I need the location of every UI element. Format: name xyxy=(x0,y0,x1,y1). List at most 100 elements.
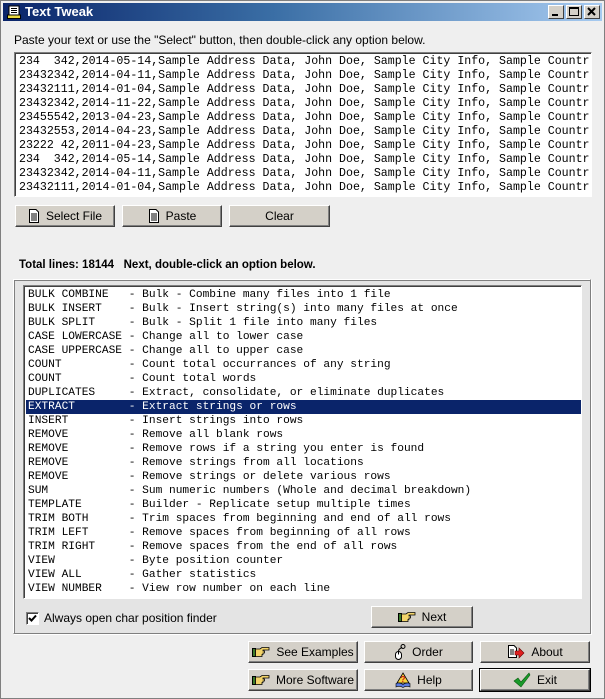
more-software-button[interactable]: More Software xyxy=(248,669,358,691)
option-separator: - xyxy=(128,499,143,511)
option-list-item[interactable]: TEMPLATE - Builder - Replicate setup mult… xyxy=(26,498,581,512)
option-name: BULK COMBINE xyxy=(28,289,109,301)
option-separator: - xyxy=(128,345,143,357)
option-description: Trim spaces from beginning and end of al… xyxy=(142,513,451,525)
status-line: Total lines: 18144 Next, double-click an… xyxy=(19,259,316,271)
option-name: VIEW NUMBER xyxy=(28,583,102,595)
clear-button[interactable]: Clear xyxy=(229,205,330,227)
help-label: Help xyxy=(417,673,442,687)
option-name: VIEW ALL xyxy=(28,569,82,581)
option-separator: - xyxy=(128,485,143,497)
option-list-item[interactable]: VIEW - Byte position counter xyxy=(26,554,581,568)
more-software-label: More Software xyxy=(275,673,355,687)
option-description: Builder - Replicate setup multiple times xyxy=(142,499,411,511)
option-description: Remove spaces from the end of all rows xyxy=(142,541,398,553)
select-file-button[interactable]: Select File xyxy=(15,205,115,227)
option-name: TEMPLATE xyxy=(28,499,82,511)
option-list-item[interactable]: COUNT - Count total words xyxy=(26,372,581,386)
option-name: VIEW xyxy=(28,555,55,567)
option-list-item[interactable]: EXTRACT - Extract strings or rows xyxy=(26,400,581,414)
option-name: EXTRACT xyxy=(28,401,75,413)
help-button[interactable]: ? Help xyxy=(364,669,473,691)
option-list-item[interactable]: COUNT - Count total occurrances of any st… xyxy=(26,358,581,372)
option-separator: - xyxy=(128,387,143,399)
option-separator: - xyxy=(128,443,143,455)
minimize-icon xyxy=(552,14,558,16)
option-list-item[interactable]: INSERT - Insert strings into rows xyxy=(26,414,581,428)
option-list-item[interactable]: REMOVE - Remove strings or delete various… xyxy=(26,470,581,484)
text-line: 23222 42,2011-04-23,Sample Address Data,… xyxy=(19,139,590,152)
option-name: TRIM BOTH xyxy=(28,513,89,525)
next-button[interactable]: Next xyxy=(371,606,473,628)
document-icon xyxy=(28,209,39,223)
option-separator: - xyxy=(128,555,143,567)
option-name: REMOVE xyxy=(28,429,69,441)
window-title: Text Tweak xyxy=(25,4,94,19)
minimize-button[interactable] xyxy=(548,5,564,19)
option-name: TRIM RIGHT xyxy=(28,541,96,553)
option-description: Bulk - Split 1 file into many files xyxy=(142,317,378,329)
text-line: 23432342,2014-04-11,Sample Address Data,… xyxy=(19,69,590,82)
option-list-item[interactable]: BULK INSERT - Bulk - Insert string(s) int… xyxy=(26,302,581,316)
see-examples-button[interactable]: See Examples xyxy=(248,641,358,663)
pointing-hand-icon xyxy=(252,647,270,657)
option-separator: - xyxy=(128,457,143,469)
option-description: Insert strings into rows xyxy=(142,415,304,427)
close-button[interactable] xyxy=(584,5,600,19)
checkmark-icon xyxy=(28,614,37,622)
option-list-item[interactable]: REMOVE - Remove strings from all location… xyxy=(26,456,581,470)
exit-button[interactable]: Exit xyxy=(479,668,591,692)
order-button[interactable]: Order xyxy=(364,641,473,663)
option-list-item[interactable]: VIEW ALL - Gather statistics xyxy=(26,568,581,582)
text-line: 23455542,2013-04-23,Sample Address Data,… xyxy=(19,111,590,124)
option-separator: - xyxy=(128,359,143,371)
option-list-item[interactable]: TRIM RIGHT - Remove spaces from the end o… xyxy=(26,540,581,554)
option-list-item[interactable]: BULK COMBINE - Bulk - Combine many files … xyxy=(26,288,581,302)
option-list-item[interactable]: VIEW NUMBER - View row number on each lin… xyxy=(26,582,581,596)
option-list-item[interactable]: CASE UPPERCASE - Change all to upper case xyxy=(26,344,581,358)
svg-text:?: ? xyxy=(401,675,406,684)
text-line: 23432342,2014-04-11,Sample Address Data,… xyxy=(19,167,590,180)
char-position-finder-option[interactable]: Always open char position finder xyxy=(26,611,217,625)
option-description: Extract strings or rows xyxy=(142,401,297,413)
option-separator: - xyxy=(128,541,143,553)
text-line: 23432553,2014-04-23,Sample Address Data,… xyxy=(19,125,590,138)
option-description: Remove spaces from beginning of all rows xyxy=(142,527,411,539)
pointing-hand-icon xyxy=(397,612,416,622)
option-separator: - xyxy=(128,569,143,581)
option-description: Sum numeric numbers (Whole and decimal b… xyxy=(142,485,472,497)
text-line: 234 342,2014-05-14,Sample Address Data, … xyxy=(19,153,590,166)
option-name: COUNT xyxy=(28,359,62,371)
clear-label: Clear xyxy=(265,209,294,223)
maximize-button[interactable] xyxy=(566,5,582,19)
option-list-item[interactable]: TRIM BOTH - Trim spaces from beginning an… xyxy=(26,512,581,526)
option-name: CASE UPPERCASE xyxy=(28,345,122,357)
option-list-item[interactable]: SUM - Sum numeric numbers (Whole and deci… xyxy=(26,484,581,498)
option-list-item[interactable]: DUPLICATES - Extract, consolidate, or eli… xyxy=(26,386,581,400)
maximize-icon xyxy=(569,7,579,16)
options-listbox[interactable]: BULK COMBINE - Bulk - Combine many files … xyxy=(23,285,582,599)
option-list-item[interactable]: TRIM LEFT - Remove spaces from beginning … xyxy=(26,526,581,540)
input-text-area[interactable]: 234 342,2014-05-14,Sample Address Data, … xyxy=(14,52,592,197)
char-position-finder-checkbox[interactable] xyxy=(26,611,39,625)
option-separator: - xyxy=(128,401,143,413)
option-name: TRIM LEFT xyxy=(28,527,89,539)
option-description: Remove strings or delete various rows xyxy=(142,471,391,483)
option-separator: - xyxy=(128,583,143,595)
paste-button[interactable]: Paste xyxy=(122,205,222,227)
option-description: Change all to lower case xyxy=(142,331,304,343)
option-name: COUNT xyxy=(28,373,62,385)
option-list-item[interactable]: CASE LOWERCASE - Change all to lower case xyxy=(26,330,581,344)
instructions-label: Paste your text or use the "Select" butt… xyxy=(14,33,426,47)
option-list-item[interactable]: BULK SPLIT - Bulk - Split 1 file into man… xyxy=(26,316,581,330)
option-description: Remove strings from all locations xyxy=(142,457,364,469)
option-name: REMOVE xyxy=(28,457,69,469)
text-line: 23432111,2014-01-04,Sample Address Data,… xyxy=(19,181,590,194)
option-list-item[interactable]: REMOVE - Remove all blank rows xyxy=(26,428,581,442)
option-name: INSERT xyxy=(28,415,69,427)
title-bar[interactable]: Text Tweak xyxy=(3,3,602,21)
text-line: 234 342,2014-05-14,Sample Address Data, … xyxy=(19,55,590,68)
option-list-item[interactable]: REMOVE - Remove rows if a string you ente… xyxy=(26,442,581,456)
option-description: Remove all blank rows xyxy=(142,429,284,441)
about-button[interactable]: About xyxy=(480,641,590,663)
